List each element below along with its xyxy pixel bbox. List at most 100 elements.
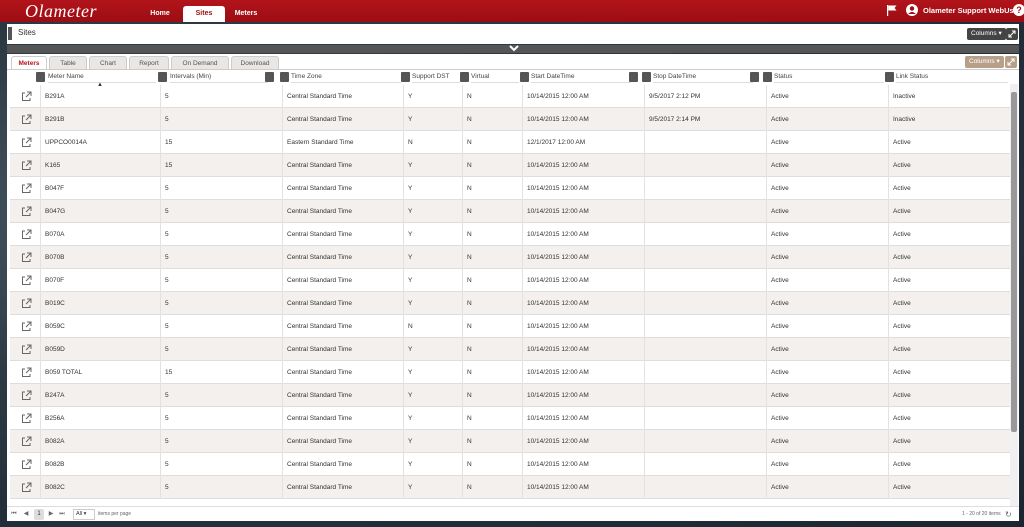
filter-icon[interactable] (763, 72, 772, 82)
cell-status: Active (766, 200, 888, 223)
external-link-icon[interactable] (21, 413, 32, 424)
table-row[interactable]: B070A 5 Central Standard Time Y N 10/14/2015 … (10, 223, 1010, 246)
table-row[interactable]: B256A 5 Central Standard Time Y N 10/14/2015 … (10, 407, 1010, 430)
tab-report[interactable]: Report (129, 56, 169, 69)
cell-meter-name: B047F (40, 177, 160, 200)
filter-icon[interactable] (158, 72, 167, 82)
col-header-time-zone[interactable]: Time Zone (291, 71, 401, 83)
page-expand-icon[interactable] (1006, 28, 1018, 40)
scrollbar-thumb[interactable] (1011, 92, 1017, 432)
table-row[interactable]: B059C 5 Central Standard Time N N 10/14/2015 … (10, 315, 1010, 338)
last-page-button[interactable]: ⏭ (58, 510, 66, 519)
cell-start-datetime: 10/14/2015 12:00 AM (522, 292, 644, 315)
stepper-icon[interactable] (265, 72, 274, 82)
table-row[interactable]: B082A 5 Central Standard Time Y N 10/14/2015 … (10, 430, 1010, 453)
user-icon[interactable] (906, 4, 918, 16)
cell-start-datetime: 10/14/2015 12:00 AM (522, 361, 644, 384)
col-header-stop-datetime[interactable]: Stop DateTime (653, 71, 753, 83)
table-row[interactable]: B247A 5 Central Standard Time Y N 10/14/2015 … (10, 384, 1010, 407)
external-link-icon[interactable] (21, 160, 32, 171)
tab-download[interactable]: Download (231, 56, 279, 69)
collapse-bar[interactable] (7, 45, 1019, 53)
external-link-icon[interactable] (21, 91, 32, 102)
chevron-down-icon[interactable] (508, 44, 520, 54)
flag-icon[interactable] (886, 4, 898, 16)
cell-stop-datetime (644, 384, 766, 407)
refresh-icon[interactable]: ↻ (1005, 510, 1014, 519)
filter-icon[interactable] (520, 72, 529, 82)
table-row[interactable]: K165 15 Central Standard Time Y N 10/14/2015 … (10, 154, 1010, 177)
col-header-virtual[interactable]: Virtual (471, 71, 519, 83)
external-link-icon[interactable] (21, 275, 32, 286)
table-row[interactable]: B291B 5 Central Standard Time Y N 10/14/2015 … (10, 108, 1010, 131)
table-row[interactable]: B070F 5 Central Standard Time Y N 10/14/2015 … (10, 269, 1010, 292)
external-link-icon[interactable] (21, 482, 32, 493)
external-link-icon[interactable] (21, 252, 32, 263)
filter-icon[interactable] (280, 72, 289, 82)
external-link-icon[interactable] (21, 183, 32, 194)
cell-virtual: N (462, 200, 522, 223)
nav-sites[interactable]: Sites (183, 6, 225, 22)
tab-chart[interactable]: Chart (89, 56, 127, 69)
external-link-icon[interactable] (21, 321, 32, 332)
page-columns-button[interactable]: Columns ▾ (967, 28, 1006, 40)
external-link-icon[interactable] (21, 137, 32, 148)
help-icon[interactable]: ? (1013, 4, 1024, 16)
prev-page-button[interactable]: ◀ (22, 510, 30, 519)
current-page[interactable]: 1 (34, 509, 44, 520)
table-row[interactable]: B047G 5 Central Standard Time Y N 10/14/2015 … (10, 200, 1010, 223)
col-header-link-status[interactable]: Link Status (896, 71, 1008, 83)
col-header-support-dst[interactable]: Support DST (412, 71, 460, 83)
cell-support-dst: N (403, 131, 462, 154)
calendar-icon[interactable] (629, 72, 638, 82)
external-link-icon[interactable] (21, 459, 32, 470)
nav-meters[interactable]: Meters (226, 6, 266, 22)
table-row[interactable]: B082C 5 Central Standard Time Y N 10/14/2015 … (10, 476, 1010, 499)
filter-icon[interactable] (885, 72, 894, 82)
external-link-icon[interactable] (21, 390, 32, 401)
cell-status: Active (766, 315, 888, 338)
tab-on-demand[interactable]: On Demand (171, 56, 229, 69)
filter-icon[interactable] (401, 72, 410, 82)
grid-columns-button[interactable]: Columns ▾ (965, 56, 1004, 68)
external-link-icon[interactable] (21, 114, 32, 125)
filter-icon[interactable] (460, 72, 469, 82)
first-page-button[interactable]: ⏮ (10, 510, 18, 519)
external-link-icon[interactable] (21, 436, 32, 447)
table-row[interactable]: B059 TOTAL 15 Central Standard Time Y N 10/14… (10, 361, 1010, 384)
grid-expand-icon[interactable] (1005, 56, 1017, 68)
cell-status: Active (766, 223, 888, 246)
external-link-icon[interactable] (21, 298, 32, 309)
table-row[interactable]: B047F 5 Central Standard Time Y N 10/14/2015 … (10, 177, 1010, 200)
page-size-select[interactable]: All ▾ (73, 509, 95, 520)
col-header-status[interactable]: Status (774, 71, 884, 83)
external-link-icon[interactable] (21, 344, 32, 355)
table-row[interactable]: B291A 5 Central Standard Time Y N 10/14/2015 … (10, 85, 1010, 108)
filter-icon[interactable] (36, 72, 45, 82)
user-name[interactable]: Olameter Support WebUser (923, 0, 1021, 22)
app-logo[interactable]: Olameter (25, 1, 97, 22)
next-page-button[interactable]: ▶ (47, 510, 55, 519)
external-link-icon[interactable] (21, 229, 32, 240)
tab-meters[interactable]: Meters (11, 56, 47, 69)
page-size-value: All (76, 511, 83, 517)
cell-status: Active (766, 269, 888, 292)
table-row[interactable]: B059D 5 Central Standard Time Y N 10/14/2015 … (10, 338, 1010, 361)
cell-support-dst: Y (403, 223, 462, 246)
nav-home[interactable]: Home (140, 6, 180, 22)
col-header-start-datetime[interactable]: Start DateTime (531, 71, 631, 83)
table-row[interactable]: UPPCO0014A 15 Eastern Standard Time N N 12/1/… (10, 131, 1010, 154)
external-link-icon[interactable] (21, 206, 32, 217)
table-row[interactable]: B082B 5 Central Standard Time Y N 10/14/2015 … (10, 453, 1010, 476)
col-header-intervals[interactable]: Intervals (Min) (170, 71, 268, 83)
vertical-scrollbar[interactable] (1010, 84, 1018, 514)
external-link-icon[interactable] (21, 367, 32, 378)
filter-icon[interactable] (642, 72, 651, 82)
calendar-icon[interactable] (750, 72, 759, 82)
cell-support-dst: Y (403, 292, 462, 315)
cell-meter-name: B082A (40, 430, 160, 453)
cell-link-status: Active (888, 177, 1010, 200)
tab-table[interactable]: Table (49, 56, 87, 69)
table-row[interactable]: B070B 5 Central Standard Time Y N 10/14/2015 … (10, 246, 1010, 269)
table-row[interactable]: B019C 5 Central Standard Time Y N 10/14/2015 … (10, 292, 1010, 315)
